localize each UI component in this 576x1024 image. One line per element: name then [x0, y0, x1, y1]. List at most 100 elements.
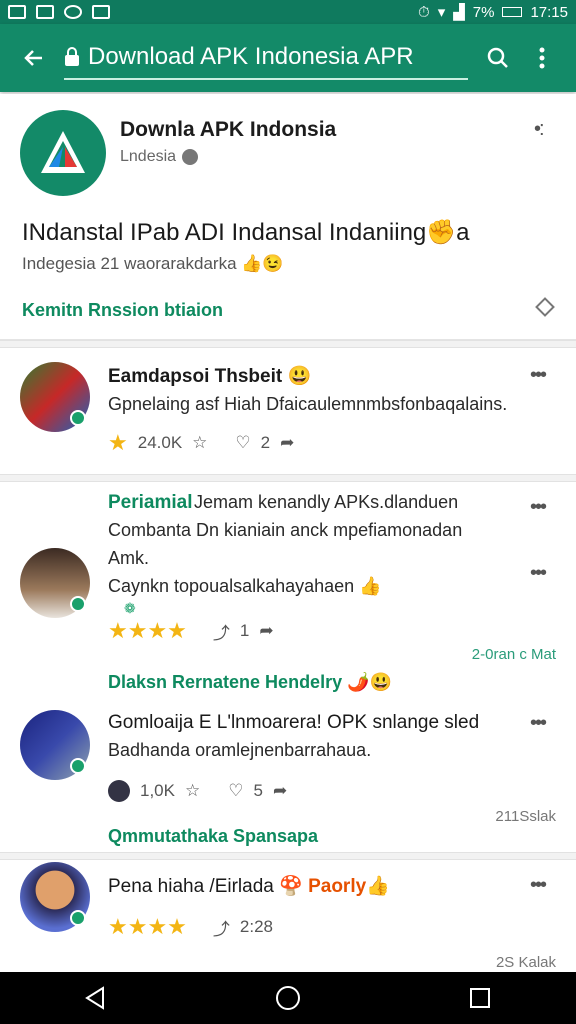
- review-emoji: 👍: [359, 576, 382, 596]
- review-title: Gomloaija E L'lnmoarera! OPK snlange sle…: [108, 712, 480, 733]
- review-text-line: Jemam kenandly APKs.dlanduen: [194, 492, 459, 512]
- review-actions: 1,0K ☆ ♡ 5 ➦: [108, 780, 287, 802]
- reply-icon[interactable]: ⤴: [213, 619, 230, 644]
- app-logo-icon[interactable]: [20, 110, 106, 196]
- download-notification-icon: [92, 5, 110, 19]
- verified-icon: [182, 149, 199, 165]
- triangle-logo-icon: [41, 131, 85, 173]
- card-menu-icon[interactable]: •:: [534, 118, 558, 141]
- review-meta: 2S Kalak: [495, 954, 556, 971]
- overflow-menu-button[interactable]: [520, 36, 564, 80]
- search-icon: [487, 47, 508, 68]
- star-rating: ★★★★: [108, 618, 187, 643]
- review-title-tail-emoji: 👍: [366, 876, 390, 897]
- nav-recents-button[interactable]: [460, 978, 500, 1018]
- verified-badge-icon: [70, 596, 86, 612]
- review-text-line-text: Caynkn topoualsalkahayahaen: [108, 576, 355, 596]
- divider: [0, 340, 576, 348]
- review-stat: 24.0K: [137, 433, 183, 452]
- like-icon[interactable]: ♡: [235, 433, 250, 453]
- reply-count: 2: [260, 433, 271, 452]
- verified-badge-icon: [70, 910, 86, 926]
- review-title-tail: Paorly: [308, 876, 367, 897]
- diamond-icon[interactable]: [535, 297, 555, 317]
- reply-icon[interactable]: ⤴: [213, 915, 230, 940]
- review-menu-icon[interactable]: •••: [530, 874, 554, 897]
- wifi-icon: ▾: [437, 4, 446, 21]
- review-actions: ★ 24.0K ☆ ♡ 2 ➦: [108, 430, 294, 456]
- notification-icons: [8, 5, 110, 19]
- review-text: Badhanda oramlejnenbarrahaua.: [108, 740, 372, 760]
- subline-emoji: 👍😉: [241, 254, 284, 273]
- battery-percent: 7%: [472, 3, 495, 21]
- sticker-icon: ❁: [124, 600, 136, 616]
- divider: [0, 852, 576, 860]
- section-heading: Dlaksn Rernatene Hendelry 🌶️😃: [108, 672, 392, 693]
- section-heading: Qmmutathaka Spansapa: [108, 826, 319, 846]
- nav-home-button[interactable]: [268, 978, 308, 1018]
- star-outline-icon[interactable]: ☆: [192, 433, 207, 453]
- image-notification-icon: [8, 5, 26, 19]
- nav-home-icon: [276, 986, 300, 1010]
- app-card: Downla APK Indonsia Lndesia •: INdanstal…: [0, 94, 576, 340]
- version-link[interactable]: Kemitn Rnssion btiaion: [22, 300, 223, 321]
- search-button[interactable]: [476, 36, 520, 80]
- share-icon[interactable]: ➦: [280, 433, 294, 453]
- divider: [0, 474, 576, 482]
- nav-back-button[interactable]: [76, 978, 116, 1018]
- lock-icon: [65, 47, 79, 66]
- app-title: Downla APK Indonsia: [120, 118, 337, 141]
- app-bar: Download APK Indonesia APR: [0, 24, 576, 92]
- back-arrow-icon: [24, 50, 42, 66]
- review-menu-icon[interactable]: •••: [530, 562, 554, 585]
- section-heading-emoji: 🌶️😃: [347, 672, 392, 692]
- more-vert-icon: [539, 47, 545, 69]
- headline-tail: a: [456, 219, 470, 246]
- share-icon[interactable]: ➦: [273, 781, 287, 801]
- back-button[interactable]: [12, 36, 56, 80]
- review-text-line: Combanta Dn kianiain anck mpefiamonadan: [108, 520, 463, 540]
- review-text-line: Caynkn topoualsalkahayahaen 👍: [108, 572, 382, 600]
- review-menu-icon[interactable]: •••: [530, 712, 554, 735]
- reviewer-name-text: Eamdapsoi Thsbeit: [108, 366, 283, 387]
- review-title-text: Pena hiaha /Eirlada: [108, 876, 274, 897]
- star-outline-icon[interactable]: ☆: [185, 781, 200, 801]
- subline-text: Indegesia 21 waorarakdarka: [22, 254, 237, 273]
- headline-text: INdanstal IPab ADI Indansal Indaniing: [22, 219, 427, 246]
- share-icon[interactable]: ➦: [259, 621, 273, 641]
- headline-emoji: ✊: [426, 219, 457, 246]
- reviewer-name: Periamial: [108, 492, 193, 513]
- alarm-icon: ⏱: [417, 3, 430, 21]
- review-title: Pena hiaha /Eirlada 🍄 Paorly👍: [108, 874, 390, 898]
- url-text: Download APK Indonesia APR: [88, 43, 414, 70]
- sync-notification-icon: [64, 5, 82, 19]
- url-bar[interactable]: Download APK Indonesia APR: [64, 36, 468, 80]
- section-heading-text: Dlaksn Rernatene Hendelry: [108, 672, 343, 692]
- system-nav-bar: [0, 972, 576, 1024]
- star-icon: ★: [108, 430, 128, 455]
- verified-badge-icon: [70, 410, 86, 426]
- battery-icon: [502, 7, 523, 17]
- review-menu-icon[interactable]: •••: [530, 496, 554, 519]
- like-icon[interactable]: ♡: [228, 781, 243, 801]
- signal-icon: ▟: [453, 4, 465, 21]
- reply-count: 2:28: [239, 917, 273, 936]
- review-meta: 2-0ran c Mat: [471, 646, 556, 663]
- review-text-line: Amk.: [108, 548, 150, 568]
- verified-badge-icon: [70, 758, 86, 774]
- nav-back-icon: [85, 986, 104, 1010]
- developer-name: Lndesia: [120, 148, 177, 165]
- review-actions: ★★★★ ⤴ 1 ➦: [108, 618, 274, 644]
- star-rating: ★★★★: [108, 914, 187, 939]
- review-meta: 211Sslak: [495, 808, 556, 825]
- review-title-emoji: 🍄: [279, 876, 303, 897]
- app-subtitle: Lndesia: [120, 148, 199, 166]
- review-menu-icon[interactable]: •••: [530, 364, 554, 387]
- globe-icon: [108, 780, 130, 802]
- reply-count: 1: [239, 621, 250, 640]
- app-subline: Indegesia 21 waorarakdarka 👍😉: [22, 254, 284, 274]
- review-actions: ★★★★ ⤴ 2:28: [108, 914, 273, 940]
- nav-recents-icon: [470, 988, 490, 1008]
- status-bar: ⏱ ▾ ▟ 7% 17:15: [0, 0, 576, 24]
- reviewer-emoji: 😃: [287, 366, 312, 387]
